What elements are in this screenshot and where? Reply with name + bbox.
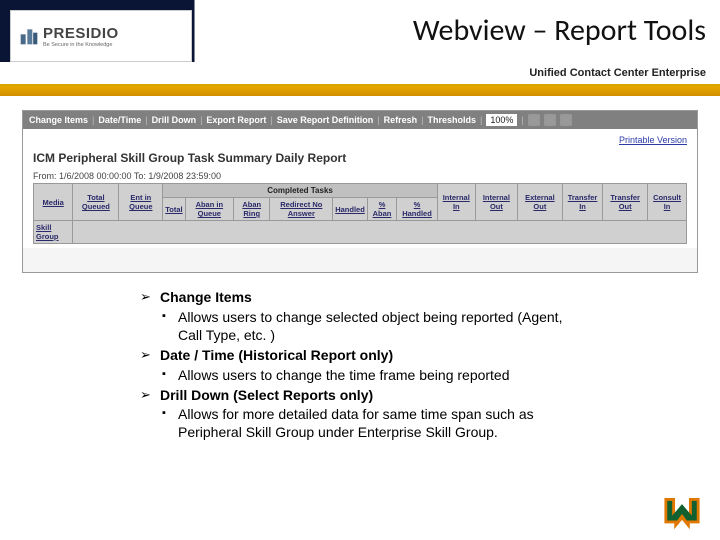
bullet-square: Allows for more detailed data for same t…: [140, 406, 580, 442]
slide-header: PRESIDIO Be Secure in the Knowledge Webv…: [0, 0, 720, 62]
bullet-title: Change Items: [160, 289, 252, 305]
col-header[interactable]: % Aban: [367, 198, 396, 221]
col-header[interactable]: Skill Group: [34, 221, 73, 244]
col-header[interactable]: Redirect No Answer: [270, 198, 333, 221]
bullet-desc: Allows for more detailed data for same t…: [178, 406, 534, 440]
col-header[interactable]: Total Queued: [73, 184, 119, 221]
col-header[interactable]: Internal Out: [475, 184, 517, 221]
col-header[interactable]: Transfer Out: [603, 184, 648, 221]
report-title: ICM Peripheral Skill Group Task Summary …: [33, 151, 687, 165]
slide-content: Change Items Allows users to change sele…: [0, 283, 720, 442]
report-table: Media Total Queued Ent in Queue Complete…: [33, 183, 687, 244]
toolbar-icon[interactable]: [528, 114, 540, 126]
col-header[interactable]: % Handled: [397, 198, 438, 221]
col-group-header: Completed Tasks: [163, 184, 437, 198]
col-header[interactable]: Internal In: [437, 184, 475, 221]
bullet-desc: Allows users to change selected object b…: [178, 309, 562, 343]
bullet-title: Drill Down (Select Reports only): [160, 387, 373, 403]
col-header[interactable]: Consult In: [648, 184, 687, 221]
col-header[interactable]: Ent in Queue: [119, 184, 163, 221]
col-header[interactable]: Aban Ring: [234, 198, 270, 221]
toolbar-item[interactable]: Drill Down: [152, 115, 197, 125]
bullet-square: Allows users to change the time frame be…: [140, 367, 580, 385]
miami-logo-icon: [662, 496, 702, 532]
toolbar-icon[interactable]: [544, 114, 556, 126]
bullet-arrow: Date / Time (Historical Report only): [140, 347, 580, 365]
date-range: From: 1/6/2008 00:00:00 To: 1/9/2008 23:…: [33, 171, 687, 181]
bullet-desc: Allows users to change the time frame be…: [178, 367, 510, 383]
logo-tagline: Be Secure in the Knowledge: [43, 42, 119, 48]
bullet-arrow: Change Items: [140, 289, 580, 307]
presidio-icon: [19, 26, 39, 46]
printable-link[interactable]: Printable Version: [33, 135, 687, 145]
zoom-select[interactable]: 100%: [486, 114, 517, 126]
toolbar-item[interactable]: Thresholds: [427, 115, 476, 125]
col-header[interactable]: Total: [163, 198, 185, 221]
embedded-screenshot: Change Items| Date/Time| Drill Down| Exp…: [22, 110, 698, 273]
bullet-title: Date / Time (Historical Report only): [160, 347, 393, 363]
bullet-square: Allows users to change selected object b…: [140, 309, 580, 345]
col-header[interactable]: Aban in Queue: [185, 198, 233, 221]
toolbar-icon[interactable]: [560, 114, 572, 126]
col-header[interactable]: Handled: [333, 198, 368, 221]
col-header[interactable]: External Out: [518, 184, 563, 221]
bullet-arrow: Drill Down (Select Reports only): [140, 387, 580, 405]
col-header[interactable]: Media: [34, 184, 73, 221]
subheader-text: Unified Contact Center Enterprise: [529, 67, 706, 79]
toolbar-item[interactable]: Date/Time: [98, 115, 141, 125]
orange-divider: [0, 86, 720, 96]
toolbar-item[interactable]: Save Report Definition: [277, 115, 374, 125]
toolbar-item[interactable]: Refresh: [384, 115, 418, 125]
toolbar-item[interactable]: Change Items: [29, 115, 88, 125]
slide-title: Webview – Report Tools: [413, 12, 706, 49]
toolbar-item[interactable]: Export Report: [206, 115, 266, 125]
col-header[interactable]: Transfer In: [562, 184, 603, 221]
logo-main-text: PRESIDIO: [43, 25, 119, 42]
presidio-logo: PRESIDIO Be Secure in the Knowledge: [10, 10, 192, 62]
report-toolbar: Change Items| Date/Time| Drill Down| Exp…: [23, 111, 697, 129]
subheader: Unified Contact Center Enterprise: [0, 62, 720, 86]
